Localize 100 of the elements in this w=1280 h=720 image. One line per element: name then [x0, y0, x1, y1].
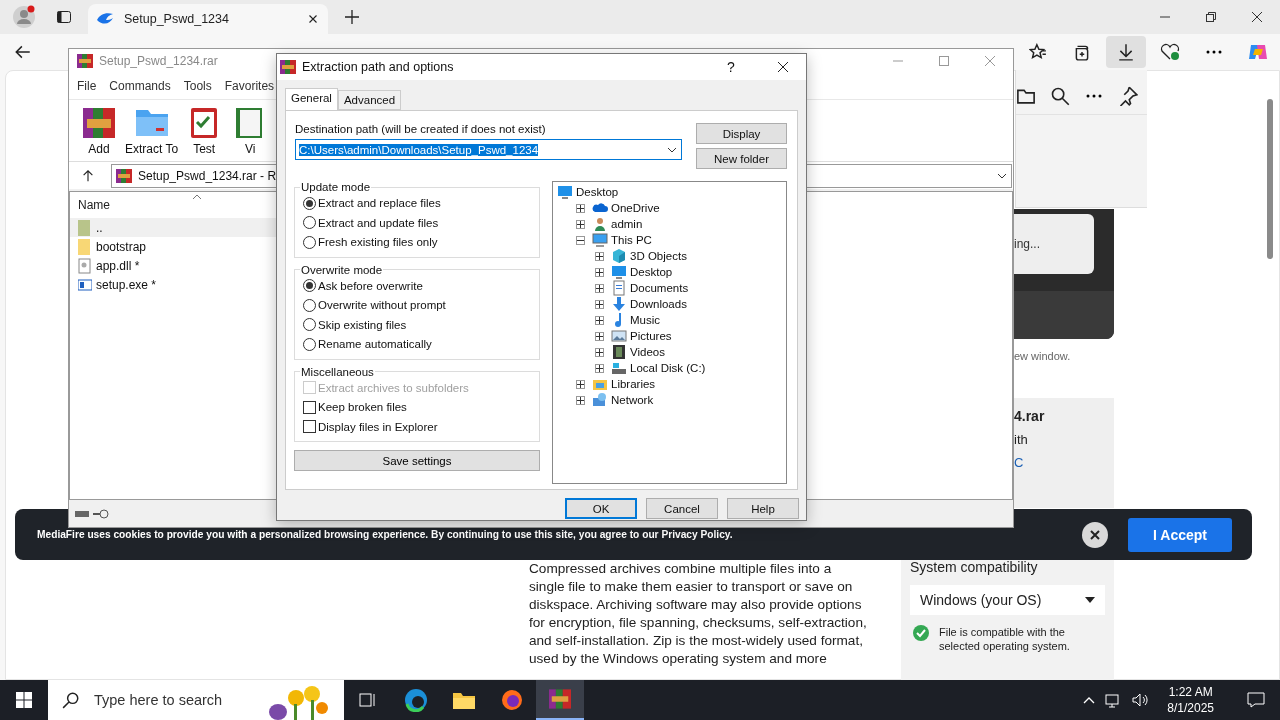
expand-icon[interactable]	[576, 379, 585, 389]
tree-item[interactable]: Network	[611, 394, 654, 406]
file-row[interactable]: ..	[70, 218, 276, 237]
radio-option[interactable]: Extract and replace files	[303, 195, 531, 212]
star-icon	[1029, 43, 1047, 61]
tree-item[interactable]: Desktop	[576, 186, 619, 198]
accept-button[interactable]: I Accept	[1128, 517, 1232, 552]
tree-item[interactable]: Music	[630, 314, 661, 326]
tree-item[interactable]: OneDrive	[611, 202, 660, 214]
folder-icon	[78, 219, 92, 236]
file-row[interactable]: app.dll *	[70, 256, 276, 275]
expand-icon[interactable]	[595, 267, 604, 277]
tree-item[interactable]: Downloads	[630, 298, 687, 310]
up-arrow-icon[interactable]	[81, 168, 95, 183]
browser-tab[interactable]: Setup_Pswd_1234	[88, 4, 328, 34]
app-icon	[280, 59, 296, 75]
application-icon	[78, 276, 92, 293]
group-title: Update mode	[300, 181, 372, 193]
toolbar-button[interactable]: Extract To	[125, 104, 179, 156]
pin-icon[interactable]	[1118, 86, 1138, 106]
article-paragraph: Compressed archives combine multiple files into a single file to make them easier to transport or save on diskspace. Archiving software may also provide options for encryption, file spanning, checksums, self-extraction, and self-installation. Zip is the most-widely used format, used by the Windows operating system and more	[529, 560, 868, 668]
tab[interactable]: General	[285, 88, 338, 110]
file-row[interactable]: setup.exe *	[70, 275, 276, 294]
column-header[interactable]: Name	[70, 192, 276, 218]
tab[interactable]: Advanced	[337, 90, 402, 110]
chevron-down-icon[interactable]	[997, 172, 1007, 179]
monitor-icon	[557, 184, 573, 200]
close-icon	[1090, 529, 1100, 540]
tree-item[interactable]: Pictures	[630, 330, 672, 342]
tree-item[interactable]: This PC	[611, 234, 652, 246]
destination-label: Destination path (will be created if does not exist)	[295, 123, 547, 135]
checkbox-option[interactable]: Keep broken files	[303, 399, 531, 416]
dialog-button[interactable]: New folder	[696, 148, 787, 169]
expand-icon[interactable]	[595, 363, 604, 373]
dialog-button[interactable]: Help	[727, 498, 799, 519]
toolbar-button[interactable]: Test	[184, 104, 225, 156]
dialog-button[interactable]: Cancel	[646, 498, 718, 519]
collections-drawing-icon	[1073, 43, 1091, 61]
download-arrow-icon	[611, 296, 627, 312]
dialog-button[interactable]: OK	[565, 498, 637, 519]
checkbox-option[interactable]: Display files in Explorer	[303, 418, 531, 435]
tree-item[interactable]: Local Disk (C:)	[630, 362, 706, 374]
save-settings-button[interactable]: Save settings	[294, 450, 540, 471]
radio-option[interactable]: Rename automatically	[303, 336, 531, 353]
loading-button[interactable]: ing...	[1014, 214, 1094, 274]
toolbar-button[interactable]: Add	[79, 104, 119, 156]
expand-icon[interactable]	[576, 219, 585, 229]
compatibility-title: System compatibility	[910, 559, 1039, 575]
tab-favicon-icon	[96, 12, 114, 26]
close-button[interactable]	[1082, 521, 1108, 548]
help-button[interactable]: ?	[708, 59, 754, 75]
user-icon	[592, 216, 608, 232]
expand-icon[interactable]	[595, 347, 604, 357]
expand-icon[interactable]	[595, 251, 604, 261]
menu-item[interactable]: File	[77, 79, 97, 93]
windows-logo-icon	[16, 692, 32, 708]
back-icon[interactable]	[14, 43, 32, 61]
monitor-icon	[611, 264, 627, 280]
taskbar-search[interactable]: Type here to search	[48, 680, 344, 720]
winrar-taskbar-icon[interactable]	[536, 680, 584, 720]
expand-icon[interactable]	[576, 203, 585, 213]
expand-icon[interactable]	[576, 395, 585, 405]
app-icon	[77, 53, 93, 69]
radio-option[interactable]: Fresh existing files only	[303, 234, 531, 251]
radio-option[interactable]: Overwrite without prompt	[303, 297, 531, 314]
card-link[interactable]: C	[1014, 455, 1114, 470]
toolbar-button[interactable]: Vi	[230, 104, 271, 156]
file-name: 4.rar	[1014, 408, 1046, 424]
drive-icon	[611, 360, 627, 376]
clock[interactable]: 1:22 AM 8/1/2025	[1157, 684, 1224, 716]
tree-item[interactable]: admin	[611, 218, 643, 230]
search-icon[interactable]	[1050, 86, 1070, 106]
destination-field[interactable]: C:\Users\admin\Downloads\Setup_Pswd_1234	[295, 139, 682, 160]
expand-icon[interactable]	[595, 283, 604, 293]
menu-item[interactable]: Tools	[183, 79, 212, 93]
tree-item[interactable]: Libraries	[611, 378, 656, 390]
expand-icon[interactable]	[595, 299, 604, 309]
search-icon	[62, 691, 80, 709]
radio-option[interactable]: Ask before overwrite	[303, 277, 531, 294]
download-arrow-icon	[1117, 43, 1135, 61]
archive-icon	[116, 167, 132, 184]
volume-icon[interactable]	[1131, 692, 1150, 708]
os-select[interactable]: Windows (your OS)	[910, 585, 1105, 615]
menu-item[interactable]: Favorites	[224, 79, 275, 93]
chevron-down-icon[interactable]	[667, 146, 677, 153]
collapse-icon[interactable]	[576, 235, 585, 245]
tree-item[interactable]: 3D Objects	[630, 250, 687, 262]
cube-icon	[611, 248, 627, 264]
tree-item[interactable]: Desktop	[630, 266, 673, 278]
tree-item[interactable]: Documents	[630, 282, 689, 294]
key-icon	[93, 508, 109, 519]
radio-option[interactable]: Skip existing files	[303, 316, 531, 333]
dialog-button[interactable]: Display	[696, 123, 787, 144]
expand-icon[interactable]	[595, 315, 604, 325]
tree-item[interactable]: Videos	[630, 346, 665, 358]
file-row[interactable]: bootstrap	[70, 237, 276, 256]
menu-item[interactable]: Commands	[109, 79, 171, 93]
downloads-icon[interactable]	[1106, 36, 1146, 68]
expand-icon[interactable]	[595, 331, 604, 341]
radio-option[interactable]: Extract and update files	[303, 214, 531, 231]
